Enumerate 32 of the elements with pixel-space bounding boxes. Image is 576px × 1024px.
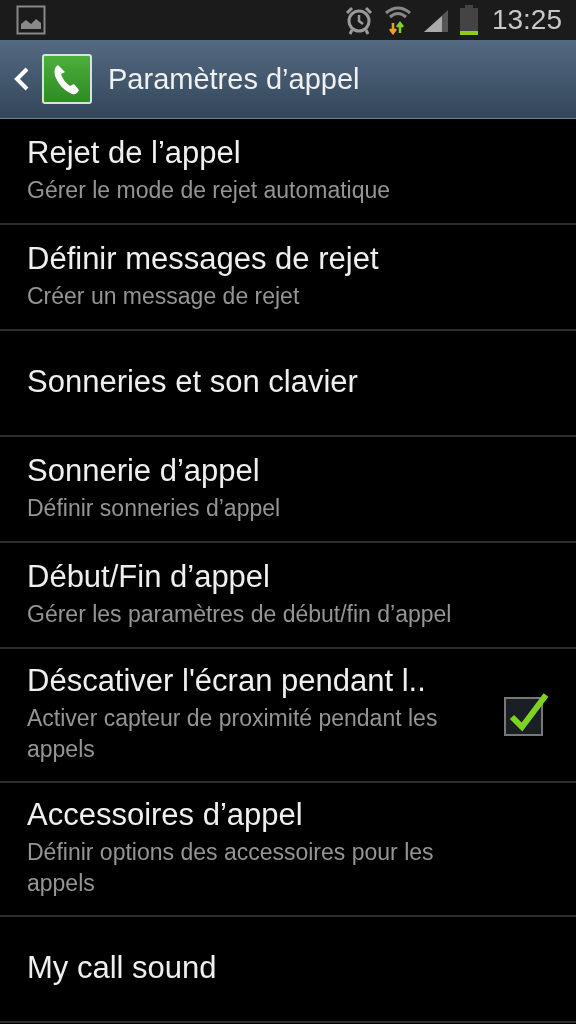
settings-item[interactable]: Sonnerie d’appel Définir sonneries d’appel — [0, 437, 576, 543]
picture-notification-icon — [16, 5, 46, 35]
item-subtitle: Définir sonneries d’appel — [27, 493, 282, 523]
item-subtitle: Créer un message de rejet — [27, 281, 301, 311]
battery-icon — [459, 5, 478, 35]
back-button[interactable] — [12, 66, 30, 92]
item-subtitle: Définir options des accessoires pour les appels — [27, 838, 435, 898]
phone-app-icon — [42, 54, 92, 104]
screen-title: Paramètres d’appel — [108, 62, 360, 96]
alarm-icon — [343, 5, 374, 35]
wifi-icon — [383, 5, 412, 35]
item-title: My call sound — [27, 950, 218, 986]
item-subtitle: Gérer le mode de rejet automatique — [27, 175, 392, 205]
settings-item[interactable]: Déscativer l'écran pendant l.. Activer capteur de proximité pendant les appels — [0, 649, 576, 783]
item-title: Déscativer l'écran pendant l.. — [27, 663, 427, 699]
item-title: Accessoires d’appel — [27, 797, 304, 833]
settings-item[interactable]: Définir messages de rejet Créer un message de rejet — [0, 225, 576, 331]
item-title: Rejet de l’appel — [27, 134, 242, 171]
settings-item[interactable]: Accessoires d’appel Définir options des accessoires pour les appels — [0, 783, 576, 917]
item-title: Sonneries et son clavier — [27, 364, 359, 400]
checkbox[interactable] — [504, 691, 550, 737]
settings-item[interactable]: Début/Fin d’appel Gérer les paramètres de début/fin d’appel — [0, 543, 576, 649]
item-subtitle: Gérer les paramètres de début/fin d’appel — [27, 599, 453, 629]
settings-item[interactable]: Rejet de l’appel Gérer le mode de rejet automatique — [0, 119, 576, 225]
chevron-left-icon — [12, 66, 30, 92]
item-subtitle: Activer capteur de proximité pendant les appels — [27, 704, 439, 764]
item-title: Début/Fin d’appel — [27, 558, 271, 595]
settings-item[interactable]: Sonneries et son clavier — [0, 331, 576, 437]
item-title: Sonnerie d’appel — [27, 452, 261, 489]
item-title: Définir messages de rejet — [27, 240, 380, 277]
settings-item[interactable]: My call sound — [0, 917, 576, 1023]
clock-time: 13:25 — [491, 4, 562, 36]
